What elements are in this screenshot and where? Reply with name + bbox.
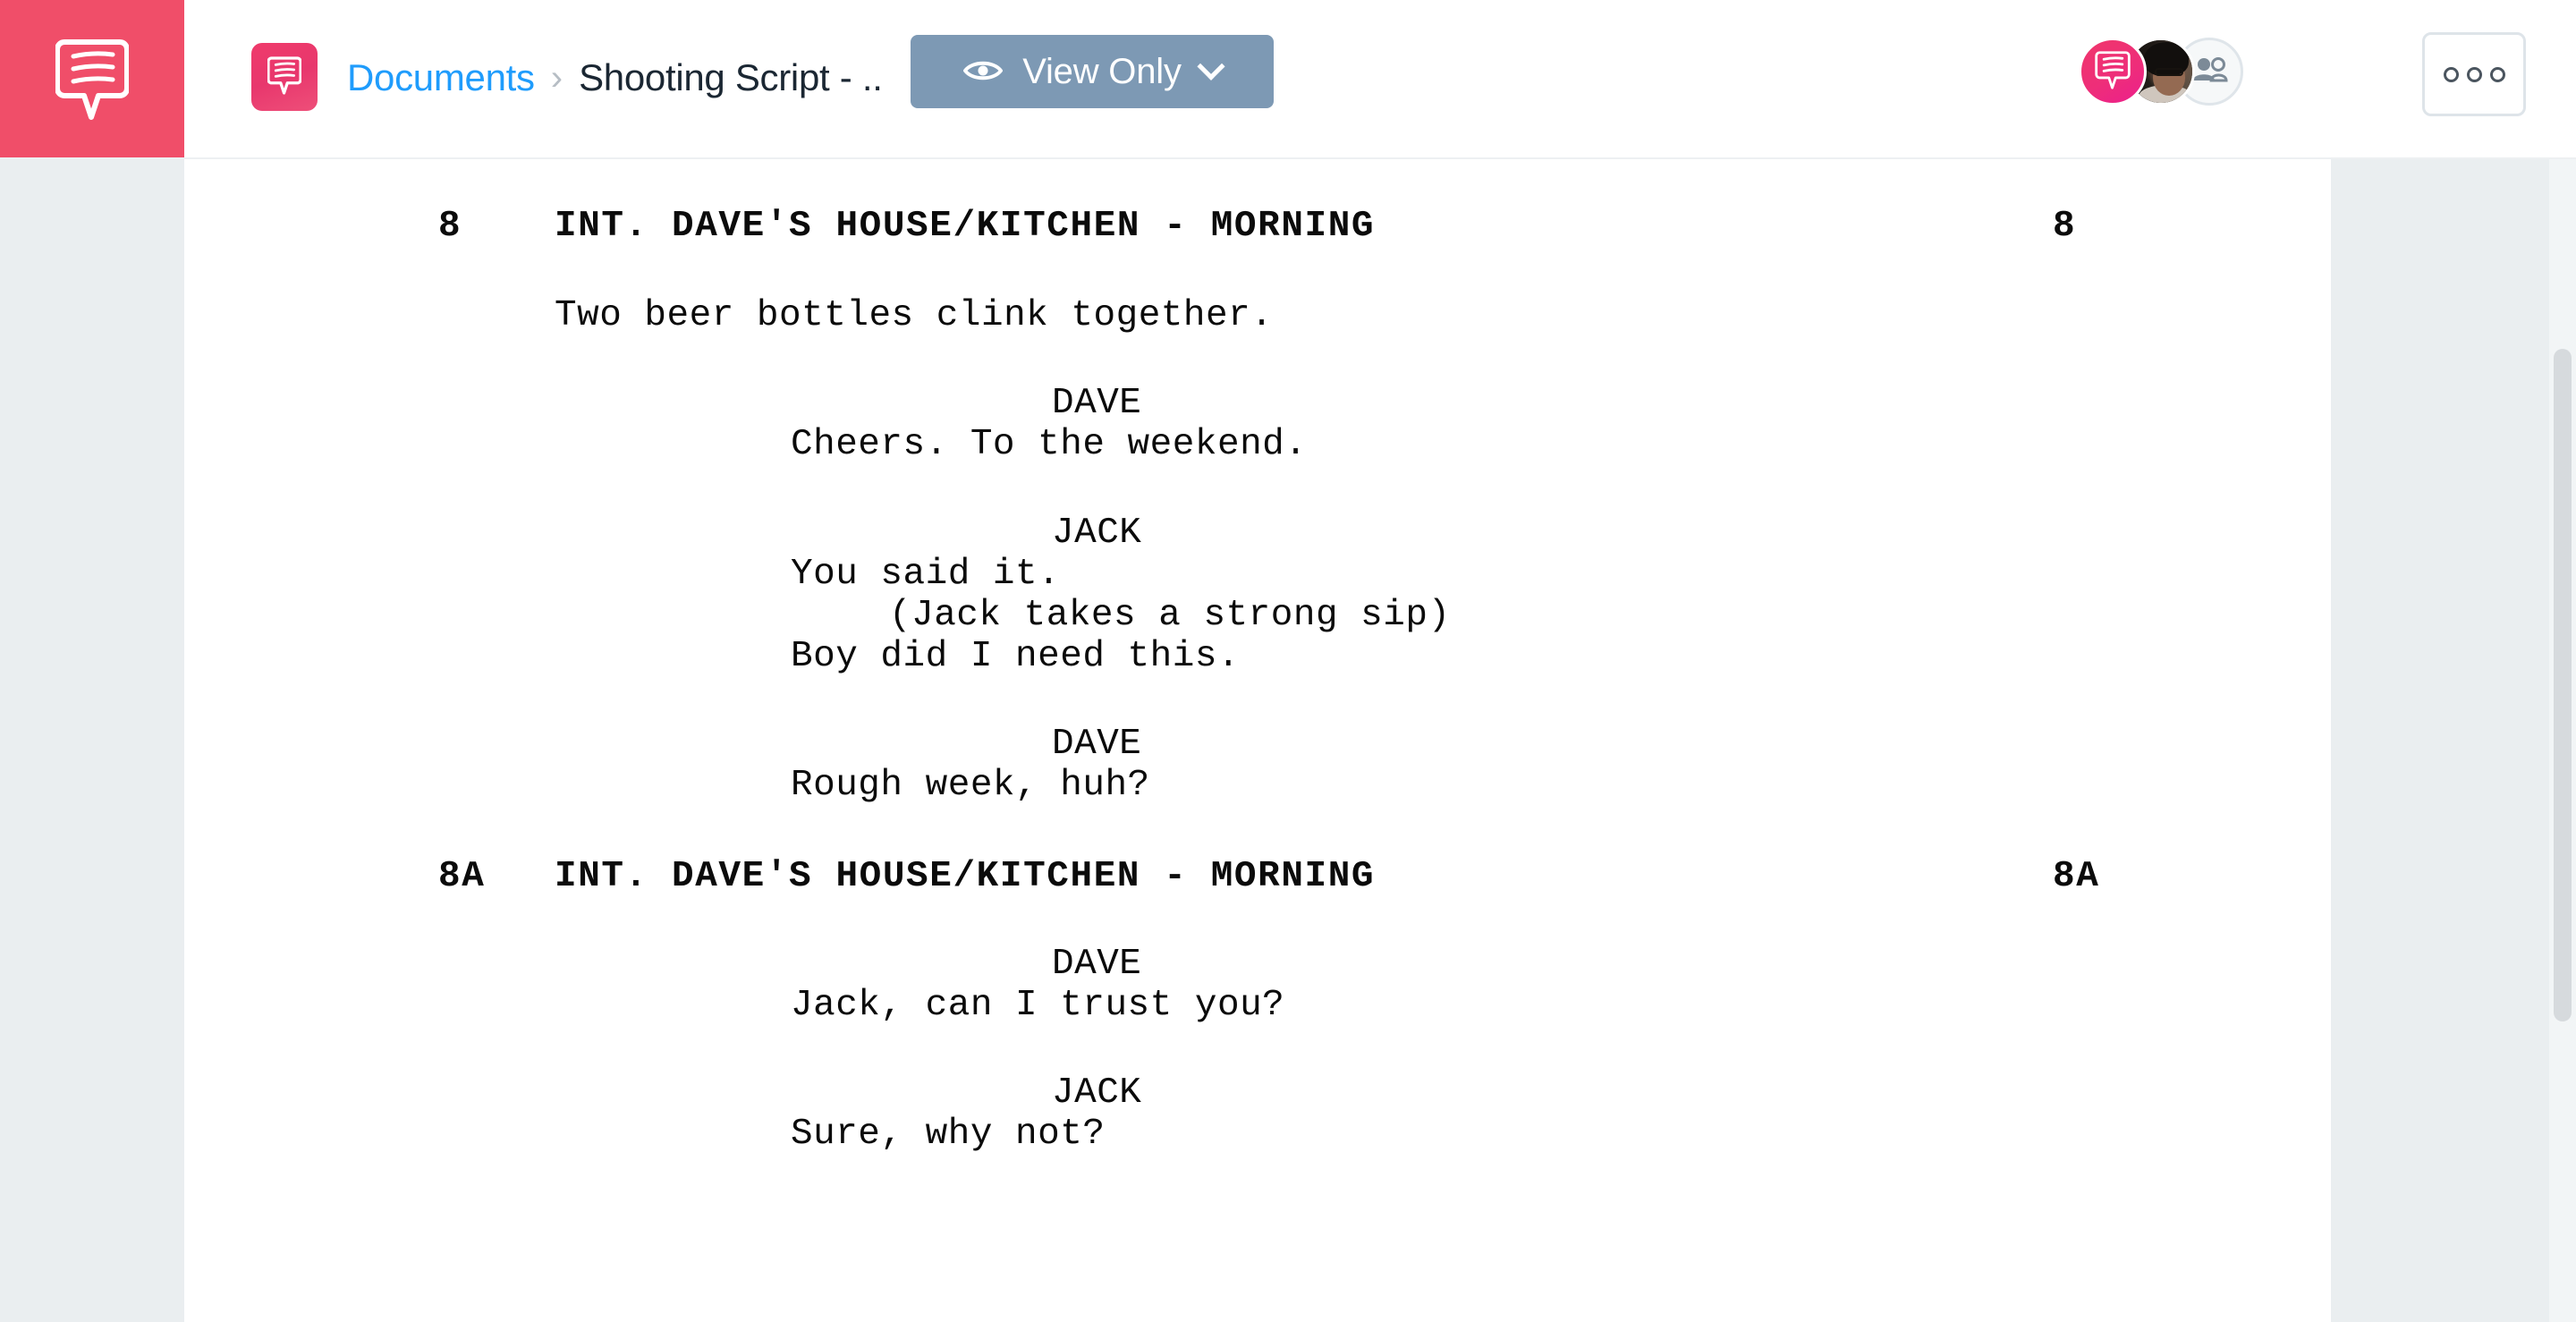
screenplay-content[interactable]: 8 INT. DAVE'S HOUSE/KITCHEN - MORNING 8 Two… xyxy=(184,159,2331,1322)
script-line-dialogue[interactable]: Cheers. To the weekend. xyxy=(791,419,1307,470)
script-line-scene-number[interactable]: 8 xyxy=(438,200,462,252)
document-type-chip[interactable] xyxy=(251,43,318,111)
vertical-scrollbar-track[interactable] xyxy=(2549,159,2576,1322)
script-line-dialogue[interactable]: Boy did I need this. xyxy=(791,631,1240,682)
view-mode-label: View Only xyxy=(1022,51,1182,91)
script-line-scene-heading[interactable]: INT. DAVE'S HOUSE/KITCHEN - MORNING xyxy=(555,200,1375,252)
app-logo-block[interactable] xyxy=(0,0,184,157)
people-icon xyxy=(2190,55,2228,89)
script-line-scene-number[interactable]: 8 xyxy=(2053,200,2076,252)
speech-bubble-script-icon xyxy=(267,55,302,100)
breadcrumb-parent-link[interactable]: Documents xyxy=(347,56,535,99)
app-header: Documents › Shooting Script - .. View On… xyxy=(0,0,2576,159)
document-workspace: 8 INT. DAVE'S HOUSE/KITCHEN - MORNING 8 Two… xyxy=(0,159,2576,1322)
script-line-dialogue[interactable]: Rough week, huh? xyxy=(791,759,1150,811)
eye-icon xyxy=(962,57,1004,87)
three-circles-icon xyxy=(2466,66,2482,82)
view-mode-button[interactable]: View Only xyxy=(911,35,1274,108)
script-line-scene-number[interactable]: 8A xyxy=(2053,851,2099,903)
vertical-scrollbar-thumb[interactable] xyxy=(2554,349,2572,1021)
three-circles-icon xyxy=(2443,66,2459,82)
chevron-right-icon: › xyxy=(550,57,564,97)
breadcrumb-current-document[interactable]: Shooting Script - .. xyxy=(579,56,883,99)
script-line-scene-number[interactable]: 8A xyxy=(438,851,485,903)
speech-bubble-script-icon xyxy=(55,35,129,123)
script-line-dialogue[interactable]: Sure, why not? xyxy=(791,1108,1105,1160)
app-avatar[interactable] xyxy=(2079,38,2147,106)
avatar-group xyxy=(2079,38,2243,106)
script-page[interactable]: 8 INT. DAVE'S HOUSE/KITCHEN - MORNING 8 Two… xyxy=(184,159,2331,1322)
more-options-button[interactable] xyxy=(2422,32,2526,116)
script-line-action[interactable]: Two beer bottles clink together. xyxy=(555,290,1273,342)
script-line-scene-heading[interactable]: INT. DAVE'S HOUSE/KITCHEN - MORNING xyxy=(555,851,1375,903)
script-line-character[interactable]: JACK xyxy=(1052,507,1141,559)
three-circles-icon xyxy=(2489,66,2505,82)
speech-bubble-script-icon xyxy=(2095,49,2131,95)
script-line-dialogue[interactable]: Jack, can I trust you? xyxy=(791,979,1284,1031)
breadcrumb: Documents › Shooting Script - .. xyxy=(347,47,883,109)
chevron-down-icon xyxy=(1197,52,1225,81)
photo-glasses xyxy=(2155,68,2183,76)
